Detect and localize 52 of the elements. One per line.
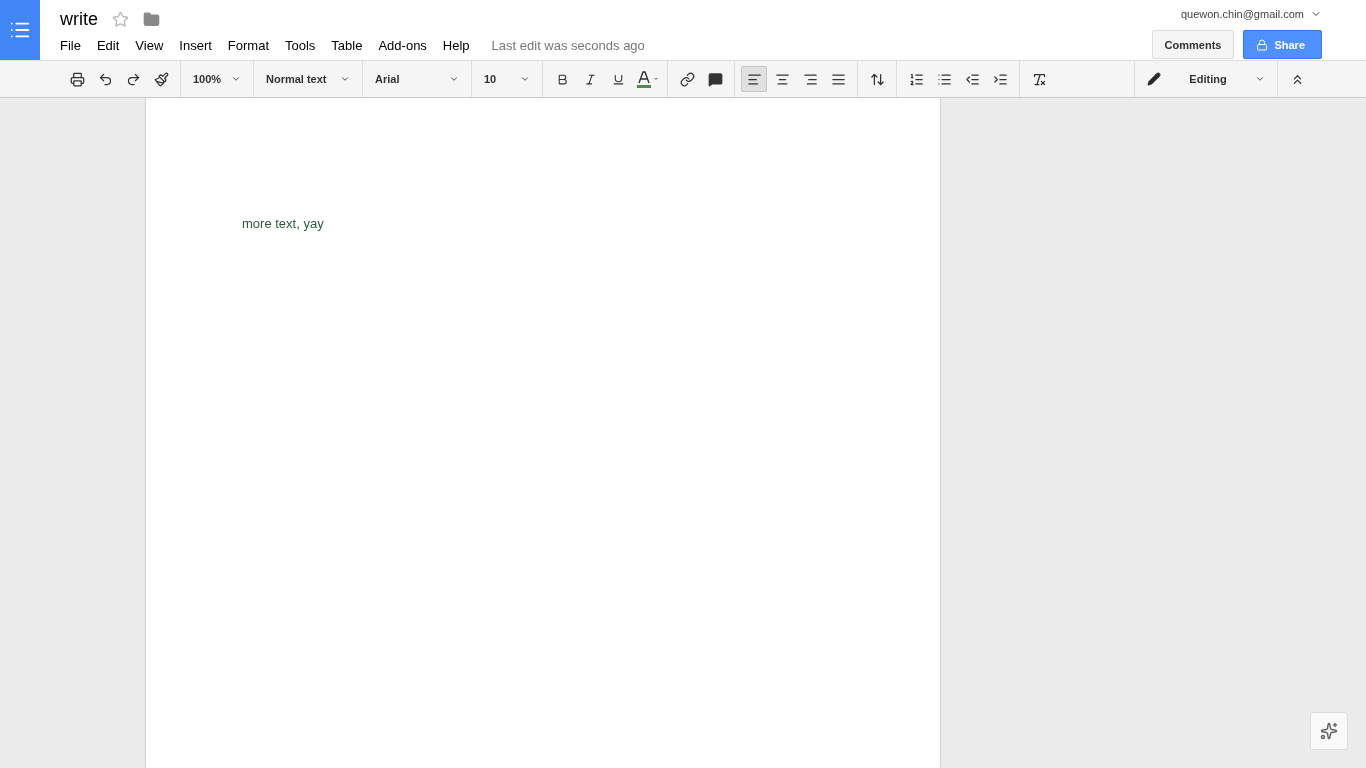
- explore-button[interactable]: [1310, 712, 1348, 750]
- menu-item[interactable]: Table: [331, 38, 379, 53]
- paint-format-icon: [153, 71, 169, 87]
- decrease-indent-icon: [964, 71, 980, 87]
- increase-indent-icon: [992, 71, 1008, 87]
- save-status[interactable]: Last edit was seconds ago: [491, 38, 645, 53]
- align-center-icon: [774, 71, 790, 87]
- underline-icon: [611, 72, 625, 86]
- numbered-list-icon: [908, 71, 924, 87]
- mode-dropdown[interactable]: Editing: [1141, 66, 1271, 92]
- undo-icon: [97, 71, 113, 87]
- caret-icon: [449, 74, 459, 84]
- docs-logo[interactable]: [0, 0, 40, 60]
- document-page[interactable]: more text, yay: [146, 98, 940, 768]
- menu-item[interactable]: View: [135, 38, 180, 53]
- menu-item[interactable]: Insert: [179, 38, 228, 53]
- folder-icon[interactable]: [143, 10, 160, 28]
- star-icon[interactable]: [112, 10, 129, 28]
- bulleted-list-icon: [936, 71, 952, 87]
- redo-icon: [125, 71, 141, 87]
- link-icon: [679, 71, 695, 87]
- zoom-dropdown[interactable]: 100%: [187, 66, 247, 92]
- caret-icon: [231, 74, 241, 84]
- menu-item[interactable]: Help: [442, 38, 486, 53]
- sparkle-icon: [1320, 722, 1338, 740]
- lock-icon: [1256, 38, 1269, 51]
- line-spacing-icon: [869, 71, 885, 87]
- caret-icon: [340, 74, 350, 84]
- align-right-icon: [802, 71, 818, 87]
- clear-formatting-icon: [1031, 71, 1047, 87]
- align-left-icon: [746, 71, 762, 87]
- print-icon: [69, 71, 85, 87]
- pencil-icon: [1147, 72, 1161, 86]
- italic-icon: [583, 72, 597, 86]
- align-left-button[interactable]: [741, 66, 767, 92]
- caret-icon: [520, 74, 530, 84]
- comment-icon: [707, 71, 723, 87]
- menu-item[interactable]: Add-ons: [378, 38, 443, 53]
- style-dropdown[interactable]: Normal text: [260, 66, 356, 92]
- caret-icon: [1255, 74, 1265, 84]
- comments-button[interactable]: Comments: [1151, 30, 1235, 59]
- menu-item[interactable]: Tools: [285, 38, 332, 53]
- document-title[interactable]: write: [60, 8, 98, 30]
- font-dropdown[interactable]: Arial: [369, 66, 465, 92]
- body-text: more text, yay: [242, 216, 325, 231]
- text-color-icon: [634, 70, 660, 88]
- font-size-dropdown[interactable]: 10: [478, 66, 536, 92]
- align-justify-icon: [830, 71, 846, 87]
- account-email[interactable]: quewon.chin@gmail.com: [1180, 8, 1304, 20]
- menu-item[interactable]: Edit: [96, 38, 136, 53]
- menu-item[interactable]: File: [60, 38, 97, 53]
- menu-item[interactable]: Format: [227, 38, 285, 53]
